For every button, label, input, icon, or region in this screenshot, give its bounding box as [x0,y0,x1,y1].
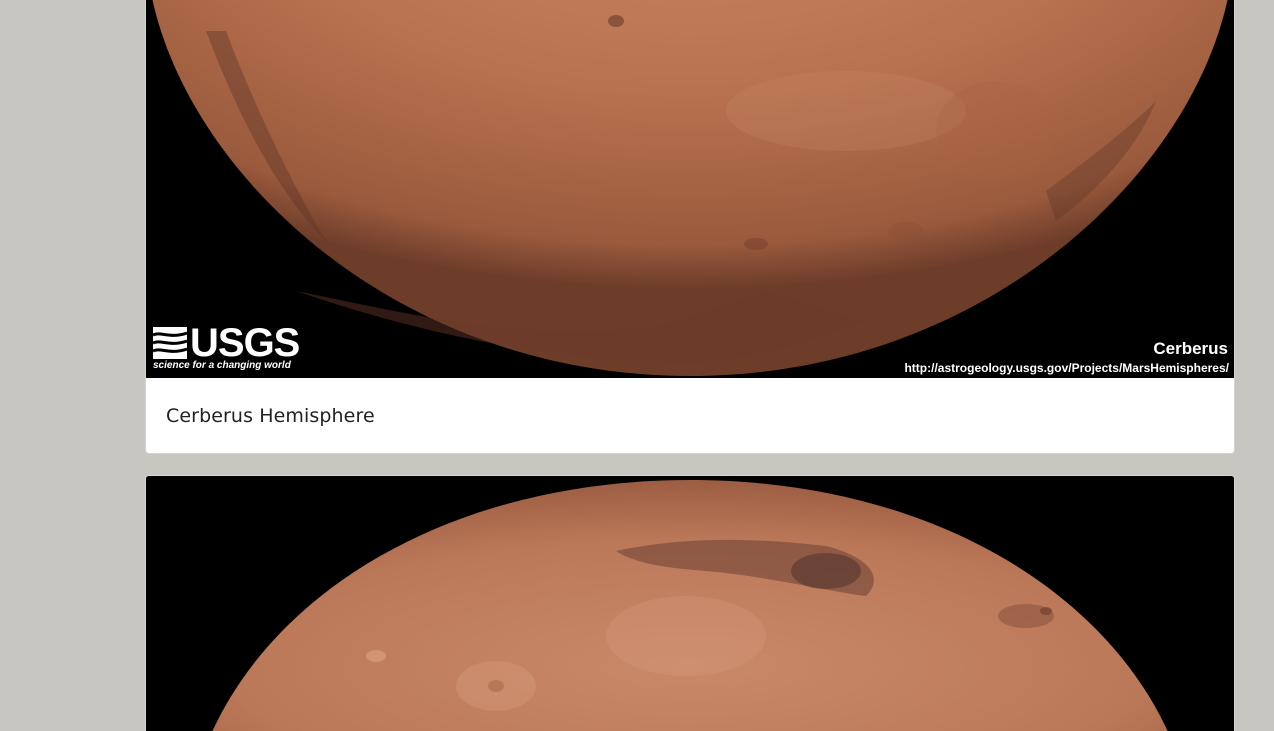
card-title[interactable]: Cerberus Hemisphere [166,405,375,427]
page: USGS science for a changing world Cerber… [0,0,1274,731]
usgs-logo-text: USGS [190,321,300,365]
image-caption-url: http://astrogeology.usgs.gov/Projects/Ma… [904,361,1229,375]
mars-hemisphere-graphic [146,0,1234,378]
hemisphere-image[interactable]: USGS science for a changing world Cerber… [146,0,1234,378]
card-body: Cerberus Hemisphere [146,378,1234,453]
hemisphere-card[interactable]: USGS science for a changing world Cerber… [145,0,1235,454]
usgs-wave-icon [153,327,187,359]
hemisphere-card[interactable] [145,475,1235,731]
usgs-logo: USGS science for a changing world [153,321,300,375]
usgs-tagline: science for a changing world [153,360,291,371]
mars-hemisphere-graphic [146,476,1234,731]
image-caption-title: Cerberus [1153,339,1228,358]
hemisphere-image[interactable] [146,476,1234,731]
